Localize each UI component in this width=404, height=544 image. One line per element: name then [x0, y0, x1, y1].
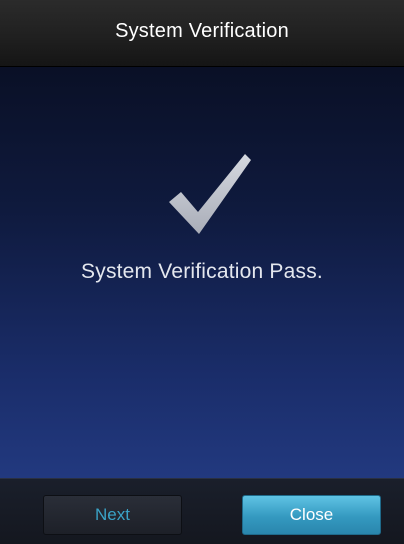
page-title: System Verification	[115, 19, 289, 42]
verification-screen: System Verification System Verification …	[0, 0, 404, 544]
verification-message: System Verification Pass.	[81, 260, 323, 283]
checkmark-icon	[169, 154, 251, 234]
close-button[interactable]: Close	[242, 495, 381, 535]
content-area: System Verification Pass.	[0, 67, 404, 478]
title-bar: System Verification	[0, 0, 404, 67]
footer-bar: Next Close	[0, 478, 404, 544]
next-button[interactable]: Next	[43, 495, 182, 535]
